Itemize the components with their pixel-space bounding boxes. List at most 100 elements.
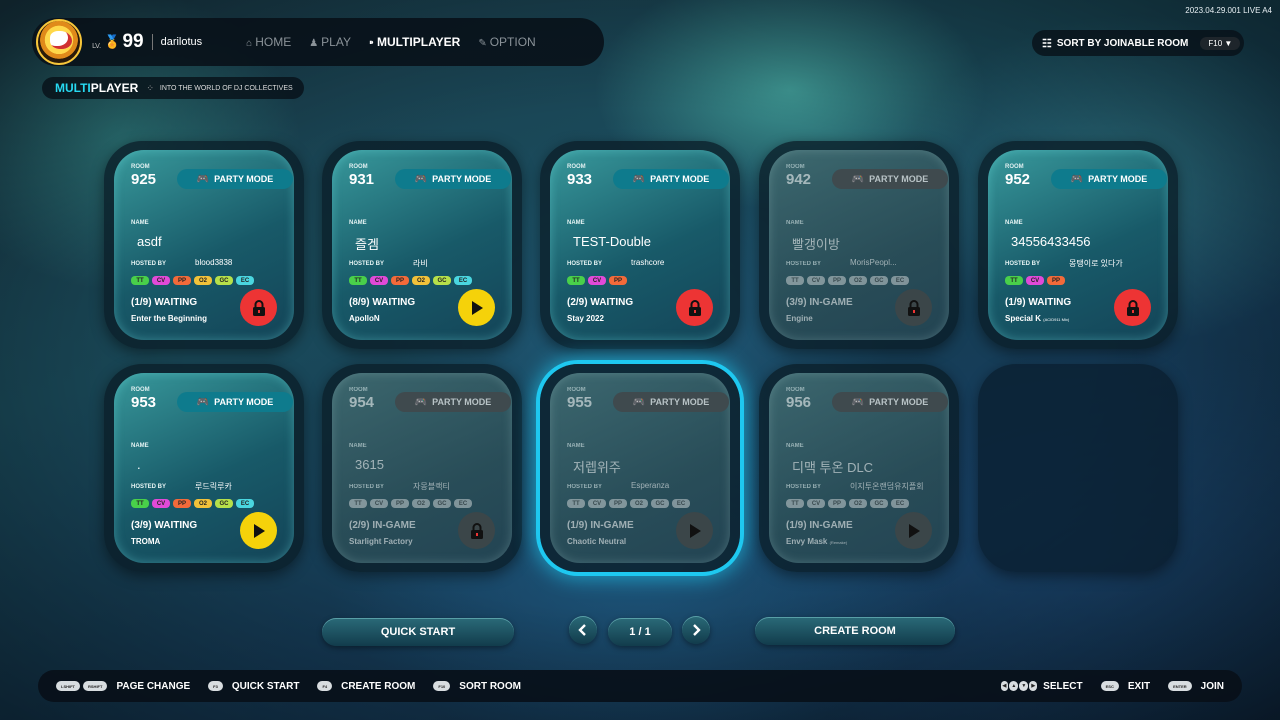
locked-join-button[interactable] bbox=[895, 289, 932, 326]
nav-home[interactable]: ⌂ HOME bbox=[246, 35, 291, 49]
room-status: (8/9) WAITING bbox=[349, 297, 416, 308]
room-status: (2/9) IN-GAME bbox=[349, 520, 416, 531]
hosted-by-label: HOSTED BY bbox=[567, 261, 603, 267]
room-host: 이지투온랜덤유지플회 bbox=[850, 482, 924, 491]
room-card-953[interactable]: ROOM 953 🎮 PARTY MODE NAME. HOSTED BY 루드릭루카 TT C… bbox=[104, 364, 304, 572]
nav-option[interactable]: ✎ OPTION bbox=[478, 35, 535, 49]
hint-exit[interactable]: ESC EXIT bbox=[1100, 681, 1150, 692]
player-username: darilotus bbox=[160, 36, 203, 48]
room-card-942[interactable]: ROOM 942 🎮 PARTY MODE NAME 빨갱이방 HOSTED BY Moris… bbox=[759, 141, 959, 349]
room-card-956[interactable]: ROOM 956 🎮 PARTY MODE NAME 디맥 투온 DLC HOSTED BY… bbox=[759, 364, 959, 572]
room-card-933[interactable]: ROOM 933 🎮 PARTY MODE NAME TEST-Double HOSTED … bbox=[540, 141, 740, 349]
hint-page-change[interactable]: LSHIFT RSHIFT PAGE CHANGE bbox=[56, 681, 190, 692]
join-button[interactable] bbox=[458, 289, 495, 326]
play-icon bbox=[688, 523, 702, 539]
name-label: NAME bbox=[786, 443, 804, 449]
mode-tag-ec: EC bbox=[672, 499, 690, 508]
gamepad-icon: 🎮 bbox=[851, 173, 865, 185]
hint-quick-start[interactable]: F3 QUICK START bbox=[208, 681, 299, 692]
mode-tags: TT CV PP O2 GC EC bbox=[131, 276, 254, 285]
name-label: NAME bbox=[349, 443, 367, 449]
grid-dots-icon: ⁘ bbox=[146, 82, 154, 93]
nav-multiplayer[interactable]: ⁍ MULTIPLAYER bbox=[369, 35, 460, 49]
join-button[interactable] bbox=[895, 512, 932, 549]
hint-create-room[interactable]: F4 CREATE ROOM bbox=[317, 681, 415, 692]
room-card-931[interactable]: ROOM 931 🎮 PARTY MODE NAME 즐겜 HOSTED BY 라비 TT CV P… bbox=[322, 141, 522, 349]
gamepad-icon: 🎮 bbox=[632, 396, 646, 408]
party-mode-badge: 🎮 PARTY MODE bbox=[832, 169, 948, 189]
party-mode-badge: 🎮 PARTY MODE bbox=[395, 392, 511, 412]
create-room-button[interactable]: CREATE ROOM bbox=[755, 617, 955, 645]
room-card-925[interactable]: ROOM 925 🎮 PARTY MODE NAME asdf HOSTED BY blood… bbox=[104, 141, 304, 349]
room-host: 라비 bbox=[413, 259, 428, 268]
room-card-955[interactable]: ROOM 955 🎮 PARTY MODE NAME 저렙위주 HOSTED BY Esper… bbox=[540, 364, 740, 572]
player-avatar[interactable] bbox=[36, 19, 82, 65]
mode-tag-pp: PP bbox=[828, 499, 846, 508]
mode-tag-gc: GC bbox=[215, 276, 233, 285]
room-name: 3615 bbox=[355, 457, 384, 472]
hosted-by-label: HOSTED BY bbox=[567, 484, 603, 490]
gamepad-icon: 🎮 bbox=[851, 396, 865, 408]
room-host: blood3838 bbox=[195, 258, 233, 267]
main-nav: ⌂ HOME ♟ PLAY ⁍ MULTIPLAYER ✎ OPTION bbox=[246, 35, 536, 49]
locked-join-button[interactable] bbox=[458, 512, 495, 549]
mode-tag-o2: O2 bbox=[849, 499, 867, 508]
party-mode-badge: 🎮 PARTY MODE bbox=[395, 169, 511, 189]
name-label: NAME bbox=[567, 443, 585, 449]
hint-select[interactable]: ◀ ▲ ▼ ▶ SELECT bbox=[1000, 681, 1083, 692]
mode-tag-tt: TT bbox=[1005, 276, 1023, 285]
join-button[interactable] bbox=[240, 512, 277, 549]
hosted-by-label: HOSTED BY bbox=[786, 261, 822, 267]
home-icon: ⌂ bbox=[246, 38, 253, 49]
hint-sort-room[interactable]: F10 SORT ROOM bbox=[433, 681, 521, 692]
lock-icon bbox=[1126, 299, 1140, 316]
mode-tag-pp: PP bbox=[609, 276, 627, 285]
mode-tag-o2: O2 bbox=[412, 276, 430, 285]
hosted-by-label: HOSTED BY bbox=[131, 261, 167, 267]
locked-join-button[interactable] bbox=[240, 289, 277, 326]
room-card-952[interactable]: ROOM 952 🎮 PARTY MODE NAME 34556433456 HOSTED … bbox=[978, 141, 1178, 349]
hosted-by-label: HOSTED BY bbox=[349, 484, 385, 490]
mode-tag-ec: EC bbox=[454, 499, 472, 508]
mode-tag-cv: CV bbox=[370, 276, 388, 285]
mode-tag-o2: O2 bbox=[630, 499, 648, 508]
prev-page-button[interactable] bbox=[569, 616, 597, 644]
mode-tag-ec: EC bbox=[236, 276, 254, 285]
mode-tag-cv: CV bbox=[807, 276, 825, 285]
medal-icon: 🏅 bbox=[104, 34, 121, 50]
page-title: MULTI PLAYER ⁘ INTO THE WORLD OF DJ COLLE… bbox=[42, 77, 304, 99]
sort-key-dropdown[interactable]: F10 ▼ bbox=[1200, 36, 1241, 50]
locked-join-button[interactable] bbox=[1114, 289, 1151, 326]
mode-tag-cv: CV bbox=[370, 499, 388, 508]
mode-tags: TT CV PP bbox=[1005, 276, 1065, 285]
mode-tag-gc: GC bbox=[651, 499, 669, 508]
key-cap: ENTER bbox=[1168, 681, 1192, 691]
quick-start-button[interactable]: QUICK START bbox=[322, 618, 514, 646]
lock-icon bbox=[907, 299, 921, 316]
mode-tags: TT CV PP O2 GC EC bbox=[349, 276, 472, 285]
room-card-954[interactable]: ROOM 954 🎮 PARTY MODE NAME 3615 HOSTED BY 자몽블랙티… bbox=[322, 364, 522, 572]
nav-play[interactable]: ♟ PLAY bbox=[309, 35, 351, 49]
list-icon: ☷ bbox=[1042, 37, 1052, 50]
room-status: (1/9) WAITING bbox=[1005, 297, 1072, 308]
mode-tag-tt: TT bbox=[131, 276, 149, 285]
sort-button[interactable]: ☷ SORT BY JOINABLE ROOM F10 ▼ bbox=[1032, 30, 1244, 56]
wrench-icon: ✎ bbox=[478, 38, 487, 49]
room-card-body: ROOM 956 🎮 PARTY MODE NAME 디맥 투온 DLC HOSTED BY… bbox=[769, 373, 949, 563]
room-card-body: ROOM 942 🎮 PARTY MODE NAME 빨갱이방 HOSTED BY Moris… bbox=[769, 150, 949, 340]
key-cap: RSHIFT bbox=[83, 681, 108, 691]
top-bar: LV. 🏅 99 darilotus ⌂ HOME ♟ PLAY ⁍ MULTIPLA… bbox=[32, 18, 604, 66]
hint-join[interactable]: ENTER JOIN bbox=[1168, 681, 1224, 692]
room-card-body: ROOM 955 🎮 PARTY MODE NAME 저렙위주 HOSTED BY Esper… bbox=[550, 373, 730, 563]
next-page-button[interactable] bbox=[682, 616, 710, 644]
locked-join-button[interactable] bbox=[676, 289, 713, 326]
play-icon bbox=[252, 523, 266, 539]
room-status: (1/9) IN-GAME bbox=[567, 520, 634, 531]
room-host: trashcore bbox=[631, 258, 665, 267]
room-status: (3/9) IN-GAME bbox=[786, 297, 853, 308]
mode-tag-gc: GC bbox=[433, 276, 451, 285]
join-button[interactable] bbox=[676, 512, 713, 549]
mode-tag-gc: GC bbox=[870, 499, 888, 508]
party-mode-badge: 🎮 PARTY MODE bbox=[613, 169, 729, 189]
mode-tags: TT CV PP O2 GC EC bbox=[567, 499, 690, 508]
